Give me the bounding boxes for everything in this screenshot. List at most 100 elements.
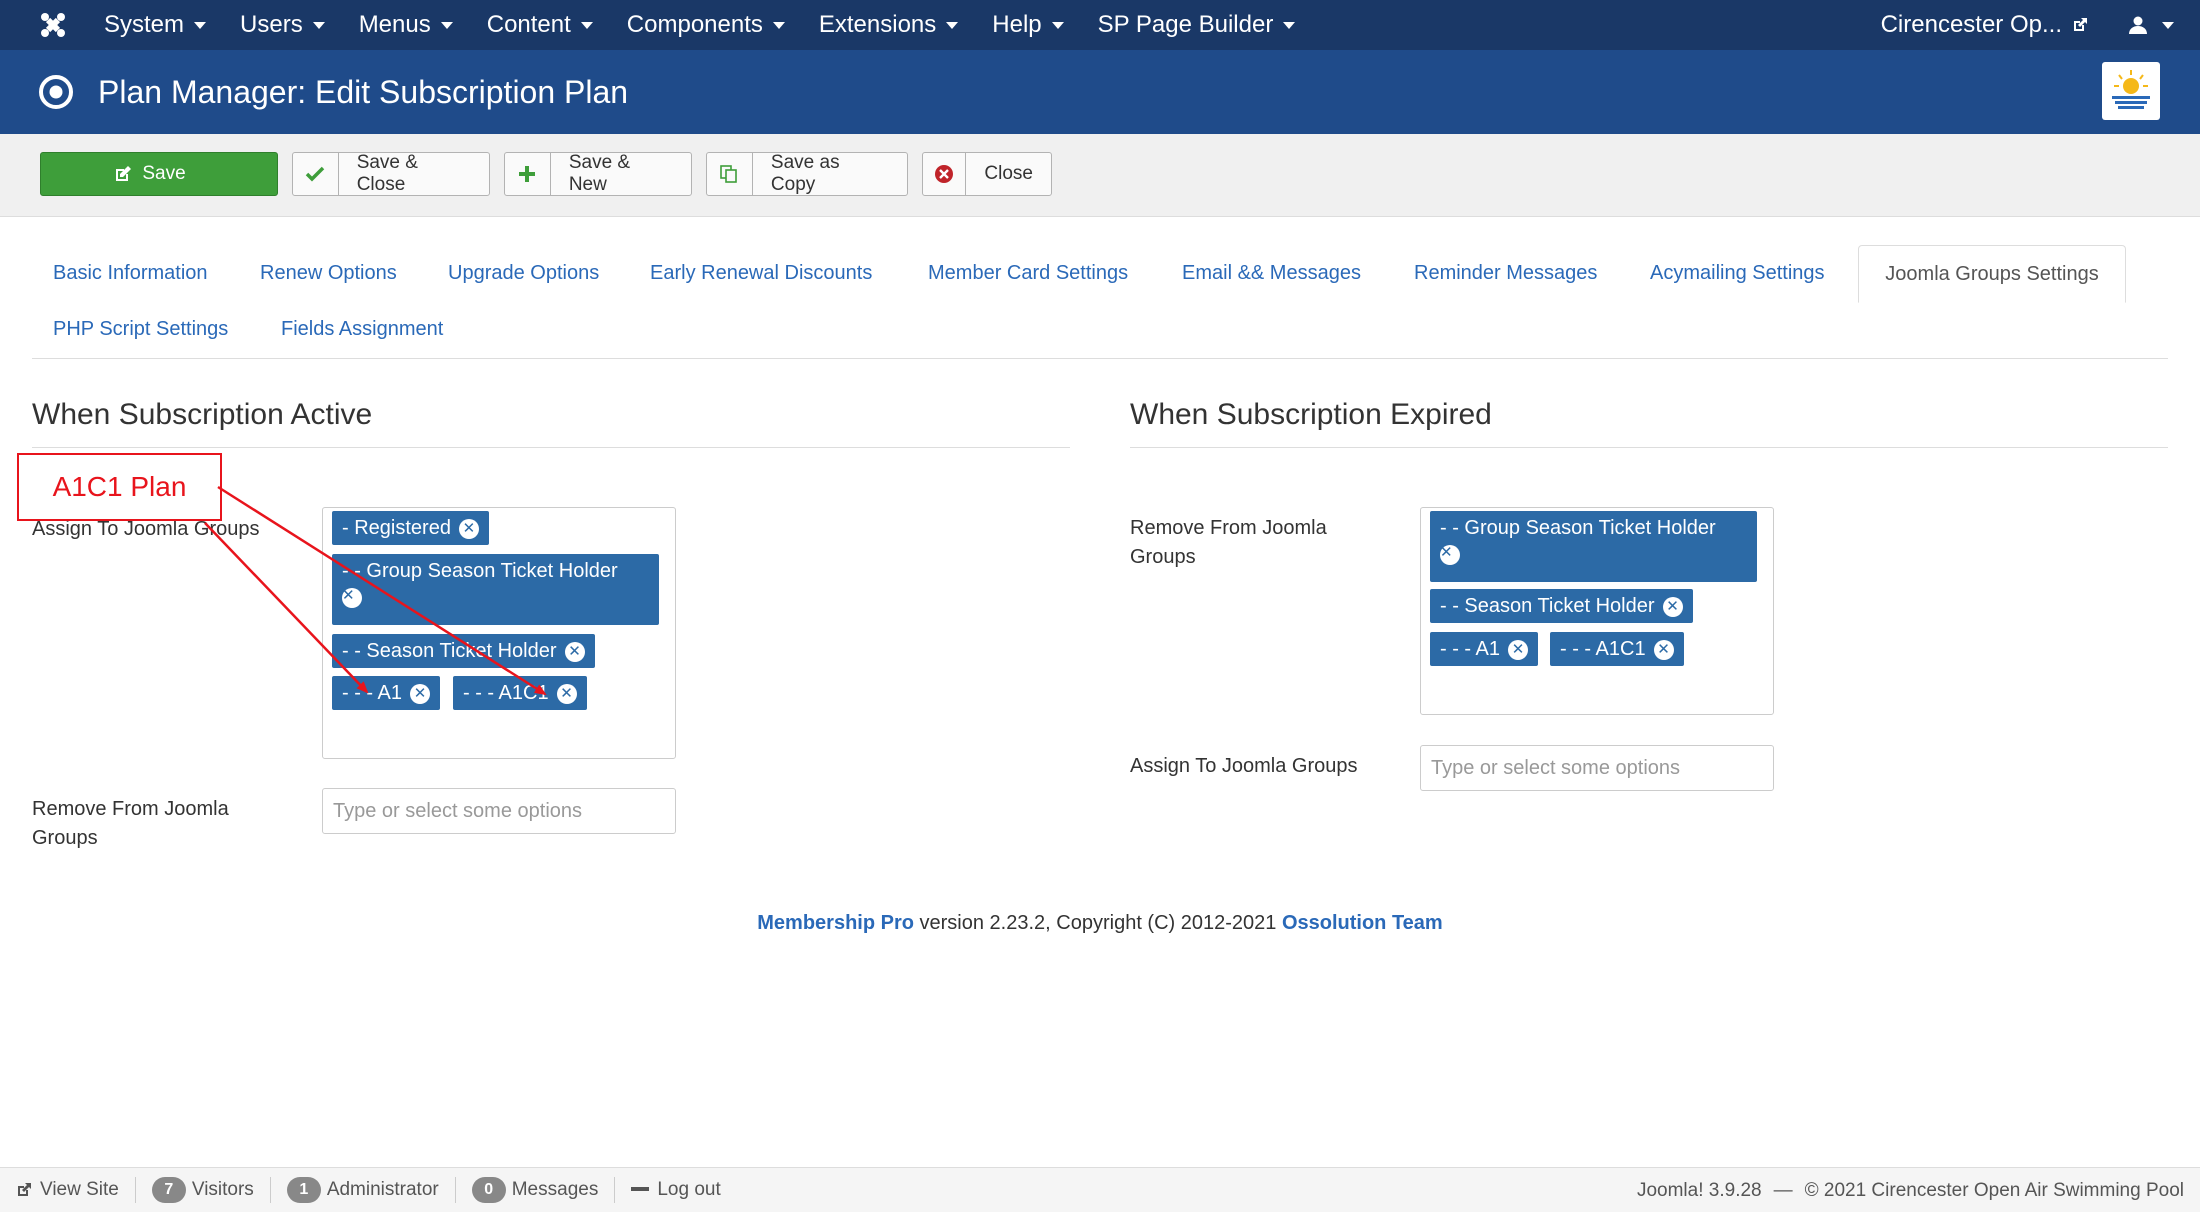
tab-upgrade-options[interactable]: Upgrade Options (448, 262, 599, 285)
remove-chip-icon[interactable]: ✕ (458, 518, 479, 539)
menu-system[interactable]: System (104, 11, 207, 39)
group-chip: - - - A1C1 ✕ (453, 676, 587, 710)
remove-chip-icon[interactable]: ✕ (1440, 545, 1460, 565)
group-chip: - - - A1C1 ✕ (1550, 632, 1684, 666)
chip-label: - - Group Season Ticket Holder (342, 560, 618, 582)
site-logo (2102, 62, 2160, 120)
menu-label: Content (486, 11, 571, 38)
remove-groups-label: Remove From Joomla Groups (1130, 517, 1327, 568)
remove-chip-icon[interactable]: ✕ (1662, 596, 1683, 617)
logout-link[interactable]: Log out (631, 1179, 721, 1201)
menu-sp-page-builder[interactable]: SP Page Builder (1098, 11, 1296, 39)
caret-down-icon (194, 21, 207, 29)
chip-label: - Registered (342, 517, 451, 539)
save-close-button[interactable]: Save & Close (292, 152, 490, 196)
menu-help[interactable]: Help (992, 11, 1064, 39)
menu-content[interactable]: Content (487, 11, 593, 39)
menu-users[interactable]: Users (240, 11, 325, 39)
annotation-label: A1C1 Plan (17, 453, 222, 521)
group-chip: - - Group Season Ticket Holder ✕ (332, 554, 659, 625)
messages-label: Messages (511, 1179, 599, 1200)
remove-chip-icon[interactable]: ✕ (564, 641, 585, 662)
minus-icon (631, 1187, 650, 1191)
active-section-title: When Subscription Active (32, 398, 373, 431)
tab-renew-options[interactable]: Renew Options (260, 262, 397, 285)
tab-basic-information[interactable]: Basic Information (53, 262, 208, 285)
save-copy-button[interactable]: Save as Copy (706, 152, 908, 196)
site-name: Cirencester Op... (1880, 11, 2062, 38)
sun-logo-icon (2112, 70, 2150, 109)
save-new-button[interactable]: Save & New (504, 152, 692, 196)
joomla-version: Joomla! 3.9.28 (1636, 1179, 1762, 1201)
user-icon (2129, 16, 2147, 34)
menu-components[interactable]: Components (627, 11, 785, 39)
site-copyright: © 2021 Cirencester Open Air Swimming Poo… (1804, 1179, 2184, 1201)
tab-joomla-groups-settings[interactable]: Joomla Groups Settings (1858, 245, 2126, 303)
view-site-link[interactable]: View Site (16, 1179, 119, 1201)
chip-label: - - - A1 (342, 682, 403, 704)
user-menu[interactable] (2128, 15, 2174, 35)
menu-label: SP Page Builder (1097, 11, 1274, 38)
assign-groups-select[interactable]: - Registered ✕ - - Group Season Ticket Ho… (322, 507, 676, 759)
remove-chip-icon[interactable]: ✕ (342, 588, 362, 608)
tab-early-renewal-discounts[interactable]: Early Renewal Discounts (650, 262, 872, 285)
remove-chip-icon[interactable]: ✕ (1508, 639, 1529, 660)
close-label: Close (984, 163, 1033, 184)
save-new-label: Save & New (568, 152, 631, 195)
remove-chip-icon[interactable]: ✕ (1653, 639, 1674, 660)
tab-bar: Basic Information Renew Options Upgrade … (32, 245, 2168, 359)
caret-down-icon (1051, 21, 1064, 29)
tab-reminder-messages[interactable]: Reminder Messages (1414, 262, 1597, 285)
site-link[interactable]: Cirencester Op... (1881, 11, 2088, 39)
caret-down-icon (772, 21, 785, 29)
remove-groups-input[interactable]: Type or select some options (322, 788, 676, 834)
admin-label: Administrator (326, 1179, 439, 1200)
tab-acymailing-settings[interactable]: Acymailing Settings (1650, 262, 1825, 285)
remove-groups-select[interactable]: - - Group Season Ticket Holder ✕ - - Seas… (1420, 507, 1774, 715)
menu-label: Users (240, 11, 303, 38)
remove-chip-icon[interactable]: ✕ (556, 683, 577, 704)
divider (269, 1177, 271, 1203)
remove-chip-icon[interactable]: ✕ (410, 683, 431, 704)
team-link[interactable]: Ossolution Team (1282, 912, 1443, 934)
group-chip: - - - A1 ✕ (332, 676, 441, 710)
expired-section-title: When Subscription Expired (1130, 398, 1492, 431)
menu-menus[interactable]: Menus (359, 11, 453, 39)
divider (614, 1177, 616, 1203)
menu-label: Menus (358, 11, 431, 38)
administrator-link[interactable]: 1 Administrator (286, 1177, 439, 1203)
chip-label: - - Season Ticket Holder (1440, 595, 1655, 617)
menu-extensions[interactable]: Extensions (818, 11, 959, 39)
separator-dash: — (1773, 1179, 1793, 1201)
group-chip: - - Season Ticket Holder ✕ (1430, 589, 1693, 623)
tab-php-script-settings[interactable]: PHP Script Settings (53, 318, 228, 341)
plus-icon (519, 166, 536, 182)
divider (134, 1177, 136, 1203)
group-chip: - - - A1 ✕ (1430, 632, 1539, 666)
divider (454, 1177, 456, 1203)
chip-label: - - - A1C1 (463, 682, 549, 704)
section-divider (32, 447, 1070, 448)
menu-label: Extensions (818, 11, 937, 38)
view-site-label: View Site (40, 1179, 119, 1200)
menu-label: System (104, 11, 185, 38)
chip-label: - - Group Season Ticket Holder (1440, 517, 1716, 539)
messages-badge: 0 (471, 1177, 506, 1203)
caret-down-icon (2162, 21, 2174, 29)
assign-groups-input[interactable]: Type or select some options (1420, 745, 1774, 791)
save-button[interactable]: Save (40, 152, 278, 196)
messages-link[interactable]: 0 Messages (471, 1177, 599, 1203)
close-button[interactable]: Close (922, 152, 1052, 196)
status-bar: View Site 7 Visitors 1 Administrator 0 M… (0, 1167, 2200, 1212)
tab-email-messages[interactable]: Email && Messages (1182, 262, 1361, 285)
tab-fields-assignment[interactable]: Fields Assignment (281, 318, 443, 341)
joomla-logo-icon[interactable] (26, 0, 80, 50)
visitors-link[interactable]: 7 Visitors (151, 1177, 254, 1203)
toolbar: Save Save & Close Save & New Save as Cop… (0, 134, 2200, 217)
product-link[interactable]: Membership Pro (757, 912, 914, 934)
caret-down-icon (580, 21, 593, 29)
tab-member-card-settings[interactable]: Member Card Settings (928, 262, 1128, 285)
save-close-label: Save & Close (356, 152, 418, 195)
target-icon (39, 75, 73, 109)
check-icon (306, 166, 325, 182)
